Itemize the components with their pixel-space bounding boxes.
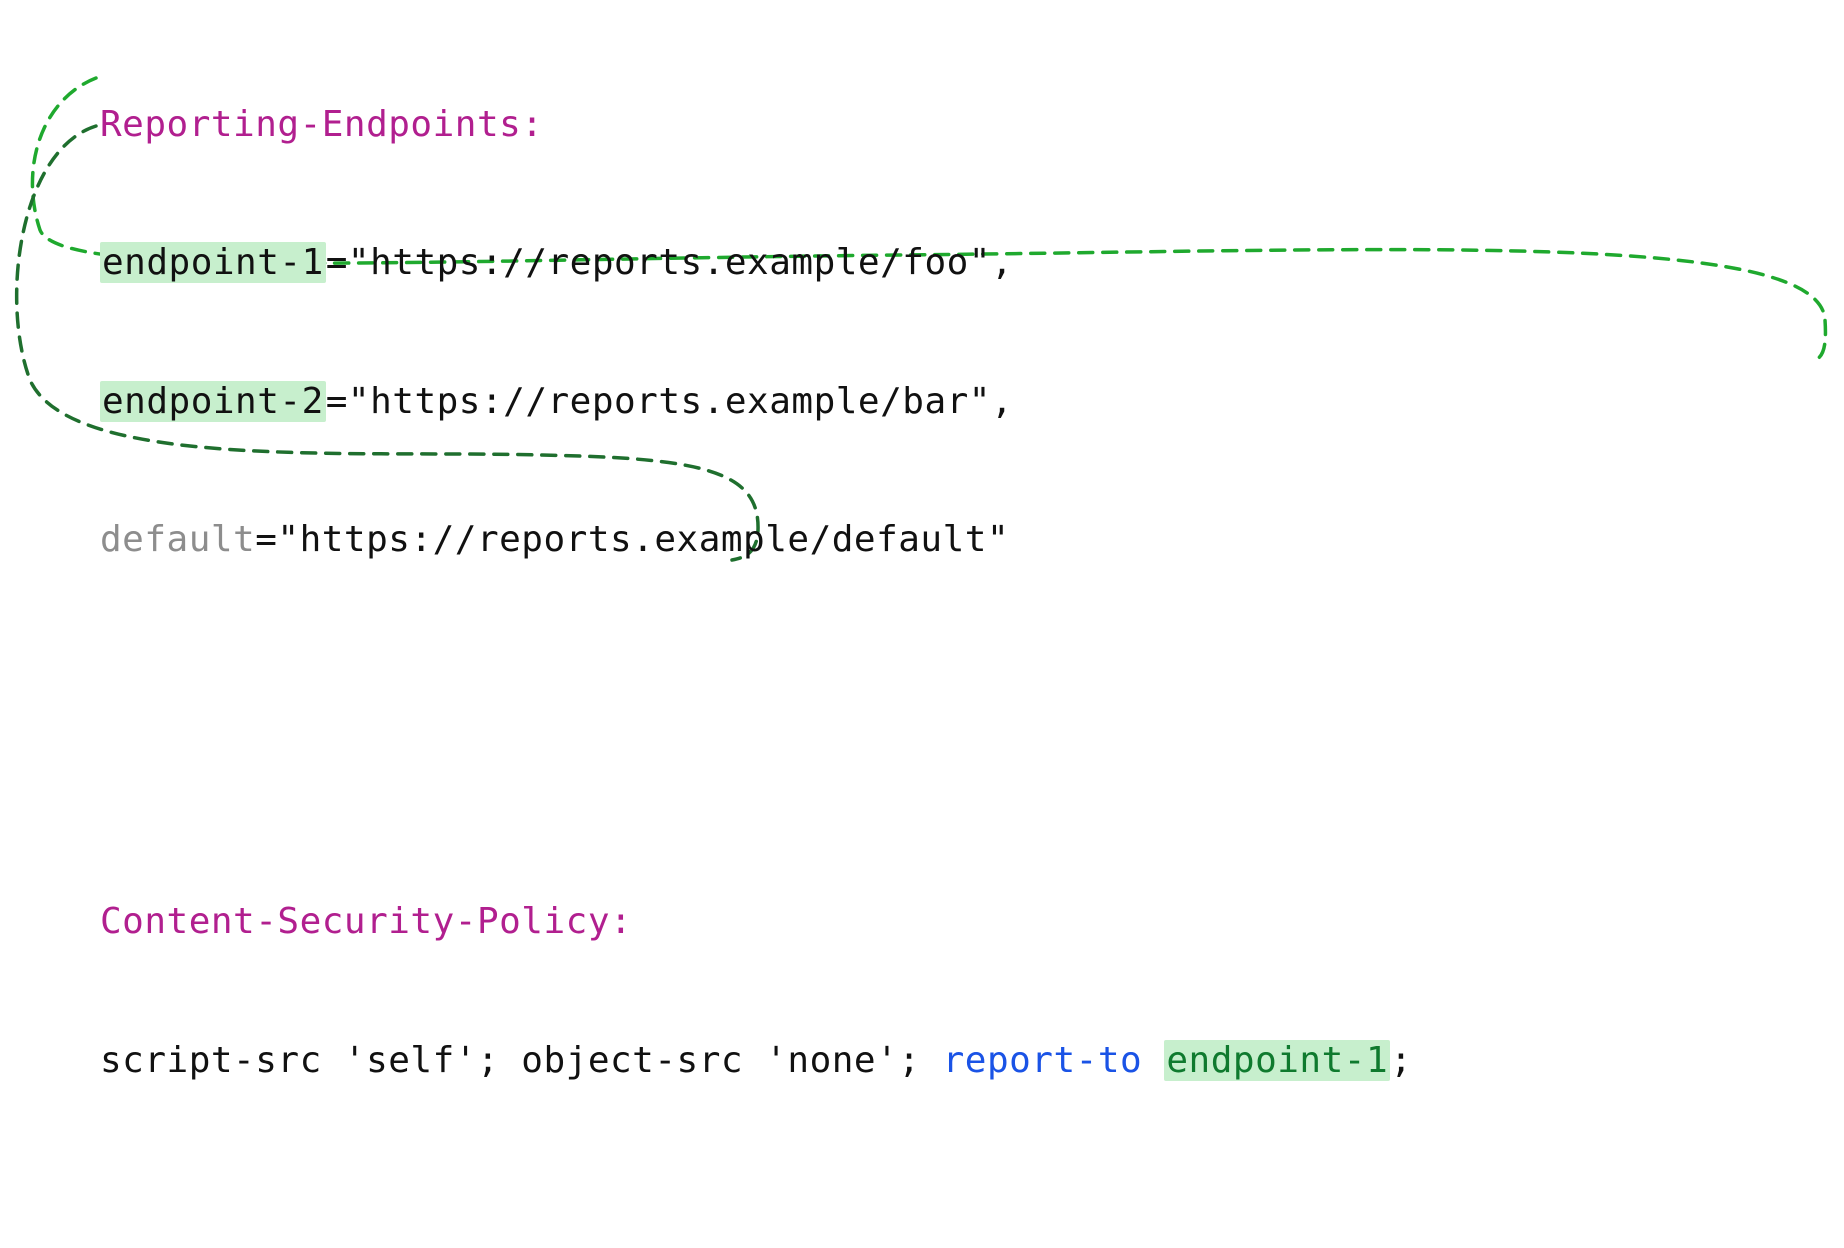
header-text: Content-Security-Policy: <box>100 901 632 942</box>
endpoint-1-name: endpoint-1 <box>100 242 326 283</box>
reporting-endpoints-header: Reporting-Endpoints: <box>100 102 1412 148</box>
report-to-keyword: report-to <box>943 1040 1143 1081</box>
code-block: Reporting-Endpoints: endpoint-1="https:/… <box>100 10 1412 1248</box>
csp-header: Content-Security-Policy: <box>100 899 1412 945</box>
csp-directives: script-src 'self'; object-src 'none'; <box>100 1040 943 1081</box>
default-value: ="https://reports.example/default" <box>255 519 1009 560</box>
header-text: Reporting-Endpoints: <box>100 104 543 145</box>
endpoint-2-name: endpoint-2 <box>100 381 326 422</box>
default-name: default <box>100 519 255 560</box>
spacer <box>100 701 1412 761</box>
diagram-stage: Reporting-Endpoints: endpoint-1="https:/… <box>0 0 1844 624</box>
endpoint-1-ref: endpoint-1 <box>1164 1040 1390 1081</box>
spacer <box>100 1222 1412 1248</box>
csp-body: script-src 'self'; object-src 'none'; re… <box>100 1038 1412 1084</box>
default-def: default="https://reports.example/default… <box>100 517 1412 563</box>
endpoint-2-value: ="https://reports.example/bar", <box>326 381 1013 422</box>
endpoint-1-value: ="https://reports.example/foo", <box>326 242 1013 283</box>
endpoint-1-def: endpoint-1="https://reports.example/foo"… <box>100 240 1412 286</box>
csp-tail: ; <box>1390 1040 1412 1081</box>
endpoint-2-def: endpoint-2="https://reports.example/bar"… <box>100 379 1412 425</box>
